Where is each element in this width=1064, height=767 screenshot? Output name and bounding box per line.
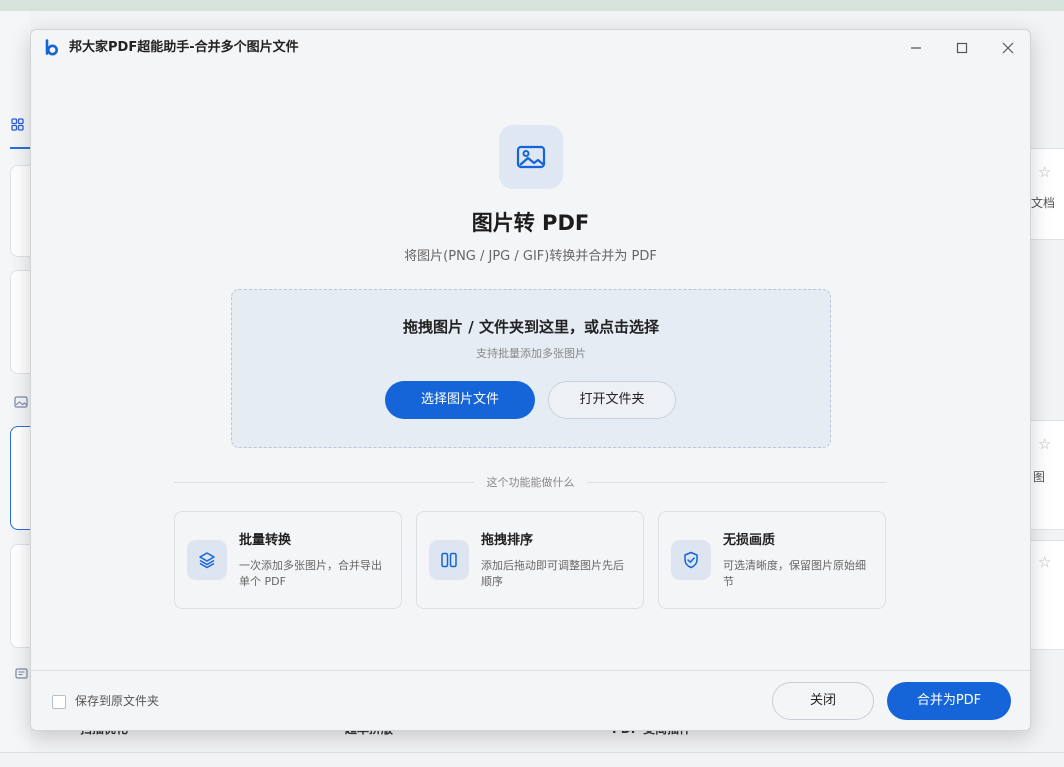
background-status-strip <box>0 752 1064 767</box>
save-to-original-folder-checkbox[interactable] <box>52 695 66 709</box>
maximize-icon[interactable] <box>952 38 972 58</box>
feature-description: 添加后拖动即可调整图片先后顺序 <box>481 559 624 588</box>
background-card-text: 文档 <box>1031 196 1056 210</box>
image-icon <box>14 396 28 411</box>
background-active-tab-indicator <box>10 147 30 149</box>
features-heading: 这个功能能做什么 <box>486 476 575 489</box>
feature-description: 一次添加多张图片，合并导出单个 PDF <box>239 559 382 588</box>
feature-title: 批量转换 <box>239 533 292 548</box>
hero-subtitle: 将图片(PNG / JPG / GIF)转换并合并为 PDF <box>404 249 657 264</box>
select-images-button[interactable]: 选择图片文件 <box>385 381 535 419</box>
app-logo-icon <box>45 39 59 57</box>
feature-description: 可选清晰度，保留图片原始细节 <box>723 559 866 588</box>
merge-images-dialog: 邦大家PDF超能助手-合并多个图片文件 图片转 PDF 将图片(PNG / JP… <box>30 29 1031 731</box>
layers-icon <box>187 540 227 580</box>
feature-card-quality: 无损画质 可选清晰度，保留图片原始细节 <box>658 511 886 609</box>
merge-to-pdf-button[interactable]: 合并为PDF <box>887 682 1011 720</box>
minimize-icon[interactable] <box>906 38 926 58</box>
feature-card-batch: 批量转换 一次添加多张图片，合并导出单个 PDF <box>174 511 402 609</box>
drop-zone[interactable]: 拖拽图片 / 文件夹到这里，或点击选择 支持批量添加多张图片 选择图片文件 打开… <box>231 289 831 448</box>
dialog-footer: 保存到原文件夹 关闭 合并为PDF <box>31 670 1030 730</box>
checkbox-label[interactable]: 保存到原文件夹 <box>75 694 159 708</box>
star-icon[interactable]: ☆ <box>1038 554 1051 570</box>
feature-card-sort: 拖拽排序 添加后拖动即可调整图片先后顺序 <box>416 511 644 609</box>
shield-check-icon <box>671 540 711 580</box>
background-card-text: 图 <box>1033 470 1046 484</box>
hero-title: 图片转 PDF <box>471 211 590 235</box>
feature-title: 拖拽排序 <box>481 533 534 548</box>
document-icon <box>15 668 28 682</box>
close-button[interactable]: 关闭 <box>772 682 874 720</box>
feature-title: 无损画质 <box>723 533 776 548</box>
window-title: 邦大家PDF超能助手-合并多个图片文件 <box>69 40 299 55</box>
image-icon <box>516 145 546 169</box>
columns-icon <box>429 540 469 580</box>
star-icon[interactable]: ☆ <box>1038 436 1051 452</box>
open-folder-button[interactable]: 打开文件夹 <box>548 381 676 419</box>
drop-zone-hint: 支持批量添加多张图片 <box>476 347 586 360</box>
background-top-strip <box>0 0 1064 11</box>
close-icon[interactable] <box>998 38 1018 58</box>
grid-icon[interactable] <box>11 118 25 132</box>
title-bar[interactable]: 邦大家PDF超能助手-合并多个图片文件 <box>31 30 1030 66</box>
drop-zone-text: 拖拽图片 / 文件夹到这里，或点击选择 <box>403 318 659 336</box>
star-icon[interactable]: ☆ <box>1038 164 1051 180</box>
hero-icon-tile <box>499 125 563 189</box>
